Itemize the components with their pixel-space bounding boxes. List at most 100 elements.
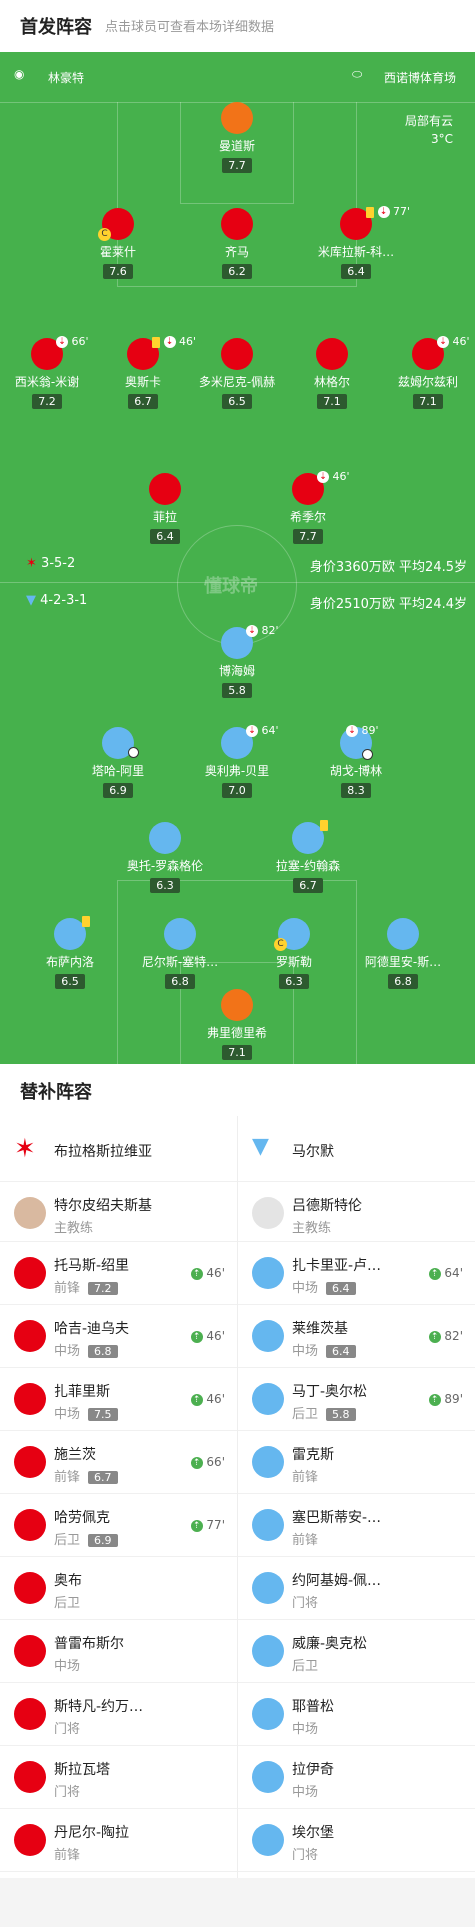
coach-row[interactable]: 特尔皮绍夫斯基 主教练 bbox=[0, 1182, 237, 1242]
sub-in-icon: ⇡ bbox=[190, 1267, 203, 1280]
captain-badge: C bbox=[98, 228, 111, 241]
sub-out-icon: ⇣ bbox=[346, 725, 358, 737]
away-player[interactable]: C 罗斯勒 6.3 bbox=[234, 918, 354, 989]
player-position: 中场 bbox=[292, 1785, 319, 1800]
venue-name: 西诺博体育场 bbox=[384, 71, 457, 85]
sub-in-event: ⇡ 89' bbox=[428, 1392, 463, 1406]
player-events: ⇣ 77' bbox=[366, 205, 410, 218]
away-player[interactable]: 胡戈-博林 8.3 bbox=[296, 727, 416, 798]
sub-player-row[interactable]: 耶普松 中场 bbox=[238, 1683, 475, 1746]
sub-player-row[interactable]: 约阿基姆-佩… 门将 bbox=[238, 1557, 475, 1620]
player-name: 丹尼尔-陶拉 bbox=[54, 1825, 130, 1841]
player-position: 前锋 bbox=[292, 1533, 319, 1548]
sub-player-row[interactable]: 施兰茨 前锋 6.7 ⇡ 66' bbox=[0, 1431, 237, 1494]
sub-player-row[interactable]: 普雷布斯尔 中场 bbox=[0, 1620, 237, 1683]
player-avatar bbox=[252, 1257, 284, 1289]
yellow-card-icon bbox=[366, 206, 374, 218]
away-player[interactable]: 尼尔斯-塞特… 6.8 bbox=[120, 918, 240, 989]
sub-player-row[interactable]: 托马斯-绍里 前锋 7.2 ⇡ 46' bbox=[0, 1242, 237, 1305]
sub-in-icon: ⇡ bbox=[428, 1330, 441, 1343]
sub-player-row[interactable]: 哈吉-迪乌夫 中场 6.8 ⇡ 46' bbox=[0, 1305, 237, 1368]
player-position: 前锋 bbox=[54, 1848, 81, 1863]
sub-player-row[interactable]: 扎菲里斯 中场 7.5 ⇡ 46' bbox=[0, 1368, 237, 1431]
away-player[interactable]: 塔哈-阿里 6.9 bbox=[58, 727, 178, 798]
player-events: ⇣ 82' bbox=[246, 624, 279, 637]
player-rating: 7.5 bbox=[88, 1408, 118, 1421]
sub-player-row[interactable]: 马丁-奥尔松 后卫 5.8 ⇡ 89' bbox=[238, 1368, 475, 1431]
yellow-card-icon bbox=[152, 336, 160, 348]
sub-player-row[interactable]: 丹尼尔-陶拉 前锋 bbox=[0, 1809, 237, 1872]
away-player[interactable]: 阿德里安-斯… 6.8 bbox=[343, 918, 463, 989]
player-name: 斯拉瓦塔 bbox=[54, 1762, 110, 1778]
sub-player-row[interactable]: 斯特凡-约万… 门将 bbox=[0, 1683, 237, 1746]
away-player[interactable]: 奥托-罗森格伦 6.3 bbox=[105, 822, 225, 893]
player-position: 中场 6.4 bbox=[292, 1277, 356, 1296]
home-player[interactable]: 齐马 6.2 bbox=[177, 208, 297, 279]
player-position: 后卫 bbox=[292, 1659, 319, 1674]
avatar bbox=[14, 1197, 46, 1229]
player-rating: 6.4 bbox=[326, 1282, 356, 1295]
sub-in-icon: ⇡ bbox=[190, 1393, 203, 1406]
away-player[interactable]: 奥利弗-贝里 7.0 bbox=[177, 727, 297, 798]
sub-player-row[interactable]: 莱维茨基 中场 6.4 ⇡ 82' bbox=[238, 1305, 475, 1368]
sub-player-row[interactable]: 威廉-奥克松 后卫 bbox=[238, 1620, 475, 1683]
player-avatar bbox=[252, 1383, 284, 1415]
player-position: 中场 bbox=[54, 1659, 81, 1674]
watermark: 懂球帝 bbox=[204, 576, 258, 597]
player-name: 扎菲里斯 bbox=[54, 1384, 110, 1400]
player-position: 中场 6.4 bbox=[292, 1340, 356, 1359]
pitch: ◉ 林豪特 ⬭ 西诺博体育场 局部有云 3°C ✶ 3-5-2 身价3360万欧… bbox=[0, 52, 475, 1064]
away-player[interactable]: 博海姆 5.8 bbox=[177, 627, 297, 698]
home-player[interactable]: C 霍莱什 7.6 bbox=[58, 208, 178, 279]
header: 首发阵容 点击球员可查看本场详细数据 bbox=[0, 0, 475, 52]
home-player[interactable]: 米库拉斯-科… 6.4 bbox=[296, 208, 416, 279]
player-name: 哈吉-迪乌夫 bbox=[54, 1321, 130, 1337]
player-events: ⇣ 46' bbox=[317, 470, 350, 483]
away-player[interactable]: 拉塞-约翰森 6.7 bbox=[248, 820, 368, 893]
home-coach: 林豪特 bbox=[48, 71, 85, 85]
home-value: 身价3360万欧 平均24.5岁 bbox=[309, 560, 467, 575]
sub-player-row[interactable]: 塞巴斯蒂安-… 前锋 bbox=[238, 1494, 475, 1557]
team-header: ▼ 马尔默 bbox=[238, 1116, 475, 1182]
sub-in-event: ⇡ 46' bbox=[190, 1266, 225, 1280]
sub-in-event: ⇡ 46' bbox=[190, 1392, 225, 1406]
home-subs: ✶ 布拉格斯拉维亚 特尔皮绍夫斯基 主教练 托马斯-绍里 前锋 7.2 ⇡ 46' 哈吉… bbox=[0, 1116, 237, 1872]
home-player[interactable]: 希季尔 7.7 bbox=[248, 473, 368, 544]
sub-player-row[interactable]: 埃尔堡 门将 bbox=[238, 1809, 475, 1872]
home-formation: ✶ 3-5-2 bbox=[26, 556, 76, 571]
sub-player-row[interactable]: 雷克斯 前锋 bbox=[238, 1431, 475, 1494]
away-subs: ▼ 马尔默 吕德斯特伦 主教练 扎卡里亚-卢… 中场 6.4 ⇡ 64' 莱维茨基 中场 6… bbox=[238, 1116, 475, 1872]
player-name: 普雷布斯尔 bbox=[54, 1636, 124, 1652]
stadium-icon: ⬭ bbox=[352, 67, 363, 81]
sub-out-icon: ⇣ bbox=[246, 625, 258, 637]
player-events: ⇣ 64' bbox=[246, 724, 279, 737]
player-avatar bbox=[252, 1509, 284, 1541]
player-rating: 6.8 bbox=[88, 1345, 118, 1358]
coach-row[interactable]: 吕德斯特伦 主教练 bbox=[238, 1182, 475, 1242]
footer-space bbox=[0, 1878, 475, 1927]
player-position: 前锋 6.7 bbox=[54, 1466, 118, 1485]
away-player[interactable]: 弗里德里希 7.1 bbox=[177, 989, 297, 1060]
home-player[interactable]: 菲拉 6.4 bbox=[105, 473, 225, 544]
away-player[interactable]: 布萨内洛 6.5 bbox=[10, 916, 130, 989]
player-rating: 7.2 bbox=[88, 1282, 118, 1295]
malmo-logo-icon: ▼ bbox=[252, 1134, 269, 1159]
player-name: 莱维茨基 bbox=[292, 1321, 348, 1337]
player-rating: 5.8 bbox=[326, 1408, 356, 1421]
sub-player-row[interactable]: 扎卡里亚-卢… 中场 6.4 ⇡ 64' bbox=[238, 1242, 475, 1305]
player-position: 前锋 7.2 bbox=[54, 1277, 118, 1296]
home-player[interactable]: 曼道斯 7.7 bbox=[177, 102, 297, 173]
sub-player-row[interactable]: 斯拉瓦塔 门将 bbox=[0, 1746, 237, 1809]
sub-player-row[interactable]: 哈劳佩克 后卫 6.9 ⇡ 77' bbox=[0, 1494, 237, 1557]
home-player[interactable]: 兹姆尔兹利 7.1 bbox=[368, 338, 475, 409]
player-position: 门将 bbox=[292, 1848, 319, 1863]
player-avatar bbox=[14, 1320, 46, 1352]
player-name: 拉伊奇 bbox=[292, 1762, 334, 1778]
player-rating: 6.9 bbox=[88, 1534, 118, 1547]
slavia-logo-icon: ✶ bbox=[14, 1134, 36, 1164]
player-name: 斯特凡-约万… bbox=[54, 1699, 144, 1715]
sub-player-row[interactable]: 拉伊奇 中场 bbox=[238, 1746, 475, 1809]
player-name: 马丁-奥尔松 bbox=[292, 1384, 368, 1400]
sub-player-row[interactable]: 奥布 后卫 bbox=[0, 1557, 237, 1620]
player-avatar bbox=[14, 1572, 46, 1604]
